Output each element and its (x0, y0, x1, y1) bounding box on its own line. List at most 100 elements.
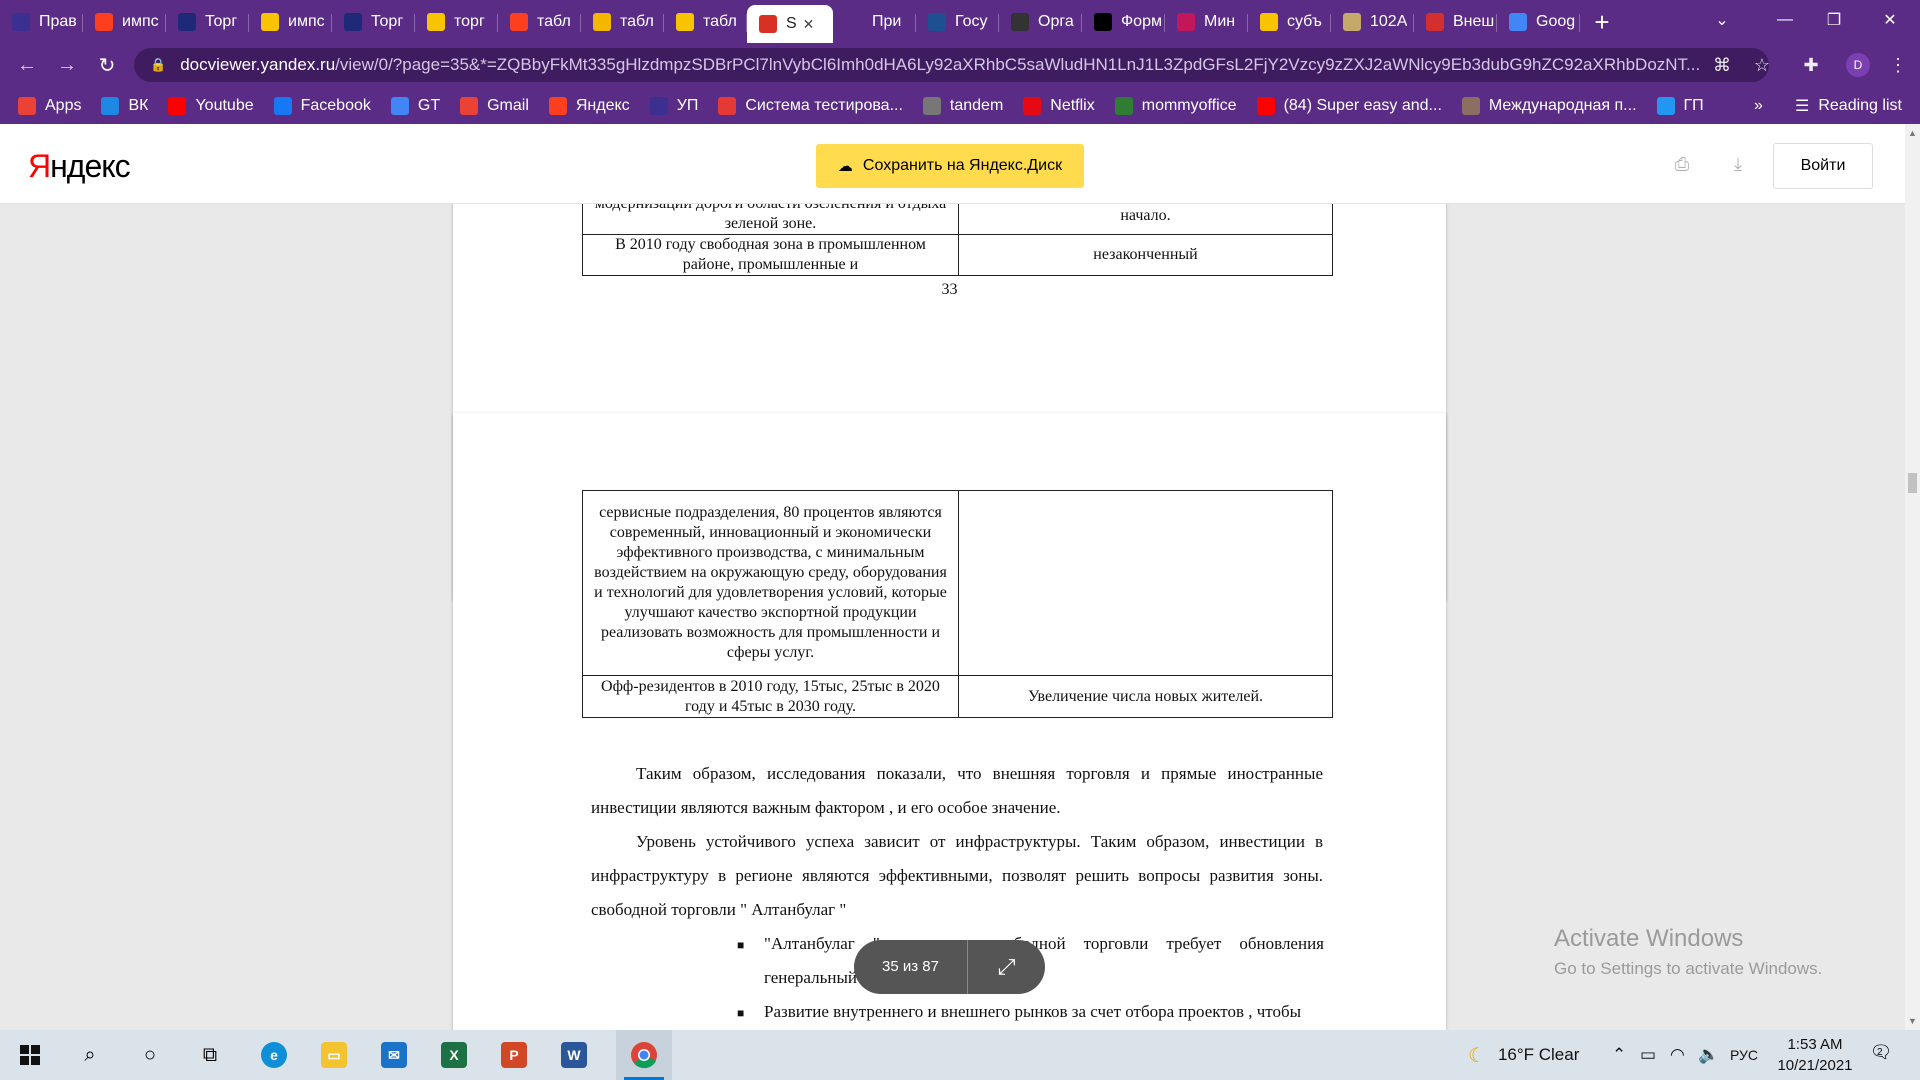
browser-tab[interactable]: импс (249, 5, 332, 39)
yandex-disk-icon (261, 13, 279, 31)
battery-icon[interactable]: ▭ (1640, 1030, 1656, 1080)
tab-title: импс (122, 13, 159, 30)
bookmark-item[interactable]: ГП (1656, 96, 1704, 115)
bookmark-label: tandem (949, 96, 1004, 114)
document-viewer[interactable]: модернизации дороги области озеленения и… (0, 204, 1905, 1030)
extensions-icon[interactable]: ✚ (1791, 43, 1831, 87)
browser-tab[interactable]: Мин (1165, 5, 1248, 39)
browser-tab[interactable]: импс (83, 5, 166, 39)
powerpoint-icon[interactable]: P (486, 1030, 542, 1080)
bookmark-star-icon[interactable]: ☆ (1742, 43, 1782, 87)
table-row: сервисные подразделения, 80 процентов яв… (582, 490, 1333, 676)
tab-strip: Прав импс Торг импс Торг торг табл табл табл S ✕ Пр… (0, 0, 1920, 43)
login-button[interactable]: Войти (1773, 143, 1873, 189)
bookmark-item[interactable]: УП (649, 96, 698, 115)
download-icon[interactable]: ⤓ (1726, 152, 1750, 176)
bookmark-item[interactable]: Apps (18, 96, 81, 115)
bookmark-item[interactable]: Gmail (460, 96, 529, 115)
browser-tab[interactable]: Прав (0, 5, 83, 39)
tab-title: Форм (1121, 13, 1162, 30)
bookmark-item[interactable]: mommyoffice (1114, 96, 1237, 115)
bookmark-item[interactable]: Международная п... (1461, 96, 1637, 115)
search-icon[interactable]: ⌕ (62, 1030, 118, 1080)
browser-tab[interactable]: Внеш (1414, 5, 1497, 39)
bookmark-item[interactable]: (84) Super easy and... (1256, 96, 1442, 115)
browser-tab[interactable]: торг (415, 5, 498, 39)
vertical-scrollbar[interactable]: ▲ ▼ (1905, 124, 1920, 1030)
new-tab-button[interactable]: + (1580, 5, 1624, 39)
reload-icon[interactable]: ↻ (92, 50, 122, 80)
translate-page-icon[interactable]: ⌘ (1702, 43, 1742, 87)
show-hidden-icons[interactable]: ⌃ (1612, 1030, 1626, 1080)
bookmark-item[interactable]: tandem (922, 96, 1004, 115)
browser-tab[interactable]: Goog (1497, 5, 1580, 39)
language-indicator[interactable]: РУС (1730, 1030, 1758, 1080)
browser-tab[interactable]: При (833, 5, 916, 39)
tab-title: торг (454, 13, 485, 30)
back-icon[interactable]: ← (12, 50, 42, 80)
browser-tab[interactable]: Торг (166, 5, 249, 39)
bookmark-item[interactable]: Youtube (168, 96, 254, 115)
close-tab-icon[interactable]: ✕ (803, 16, 815, 33)
print-icon[interactable]: ⎙ (1670, 152, 1694, 176)
bookmark-item[interactable]: GT (390, 96, 440, 115)
browser-tab[interactable]: Форм (1082, 5, 1165, 39)
weather-widget[interactable]: ☾ 16°F Clear (1468, 1030, 1579, 1080)
browser-tab[interactable]: Торг (332, 5, 415, 39)
browser-tab[interactable]: субъ (1248, 5, 1331, 39)
browser-tab[interactable]: S ✕ (747, 5, 833, 43)
bookmark-item[interactable]: Netflix (1023, 96, 1095, 115)
profile-avatar[interactable]: D (1838, 43, 1878, 87)
compass-icon (649, 96, 668, 115)
bookmark-label: Яндекс (575, 96, 630, 114)
mail-icon[interactable]: ✉ (366, 1030, 422, 1080)
cortana-icon[interactable]: ○ (122, 1030, 178, 1080)
excel-icon[interactable]: X (426, 1030, 482, 1080)
translate-icon (1509, 13, 1527, 31)
forward-icon[interactable]: → (52, 50, 82, 80)
menu-kebab-icon[interactable]: ⋮ (1880, 43, 1916, 87)
browser-tab[interactable]: табл (664, 5, 747, 39)
bookmark-item[interactable]: ВК (101, 96, 148, 115)
bookmark-item[interactable]: Facebook (273, 96, 371, 115)
browser-tab[interactable]: табл (498, 5, 581, 39)
notification-icon[interactable]: 🗨 2 (1868, 1042, 1894, 1068)
reading-list-button[interactable]: ☰ Reading list (1795, 87, 1902, 124)
start-icon[interactable] (2, 1030, 58, 1080)
bullet-icon: ■ (737, 938, 745, 952)
ministry-icon (1177, 13, 1195, 31)
scrollbar-thumb[interactable] (1908, 473, 1917, 493)
yandex-logo[interactable]: Яндекс (28, 148, 131, 185)
more-bookmarks-button[interactable]: » (1754, 87, 1763, 124)
translate-icon (390, 96, 409, 115)
moon-icon: ☾ (1468, 1044, 1486, 1067)
viewer-header: Яндекс ☁ Сохранить на Яндекс.Диск ⎙ ⤓ Во… (0, 124, 1905, 204)
bookmark-label: (84) Super easy and... (1283, 96, 1442, 114)
browser-tab[interactable]: 102А (1331, 5, 1414, 39)
browser-tab[interactable]: Госу (916, 5, 999, 39)
save-to-disk-button[interactable]: ☁ Сохранить на Яндекс.Диск (816, 144, 1084, 188)
volume-icon[interactable]: 🔈 (1698, 1030, 1719, 1080)
scroll-down-icon[interactable]: ▼ (1905, 1016, 1920, 1026)
tab-title: Госу (955, 13, 988, 30)
system-clock[interactable]: 1:53 AM 10/21/2021 (1770, 1034, 1860, 1076)
tab-title: Мин (1204, 13, 1236, 30)
close-window-icon[interactable]: ✕ (1860, 0, 1920, 40)
restore-icon[interactable]: ❐ (1804, 0, 1864, 40)
address-bar[interactable]: 🔒 docviewer.yandex.ru/view/0/?page=35&*=… (134, 48, 1769, 82)
chrome-icon[interactable] (616, 1030, 672, 1080)
office-icon (1114, 96, 1133, 115)
browser-tab[interactable]: табл (581, 5, 664, 39)
word-icon[interactable]: W (546, 1030, 602, 1080)
youtube-icon (168, 96, 187, 115)
browser-tab[interactable]: Орга (999, 5, 1082, 39)
file-explorer-icon[interactable]: ▭ (306, 1030, 362, 1080)
wifi-icon[interactable]: ◠ (1670, 1030, 1685, 1080)
scroll-up-icon[interactable]: ▲ (1905, 128, 1920, 138)
bookmark-item[interactable]: Яндекс (548, 96, 630, 115)
fullscreen-icon[interactable]: ⤢ (968, 954, 1045, 980)
edge-icon[interactable]: e (246, 1030, 302, 1080)
task-view-icon[interactable]: ⧉ (182, 1030, 238, 1080)
bookmark-item[interactable]: Система тестирова... (718, 96, 903, 115)
tab-search-icon[interactable]: ⌄ (1692, 0, 1752, 40)
